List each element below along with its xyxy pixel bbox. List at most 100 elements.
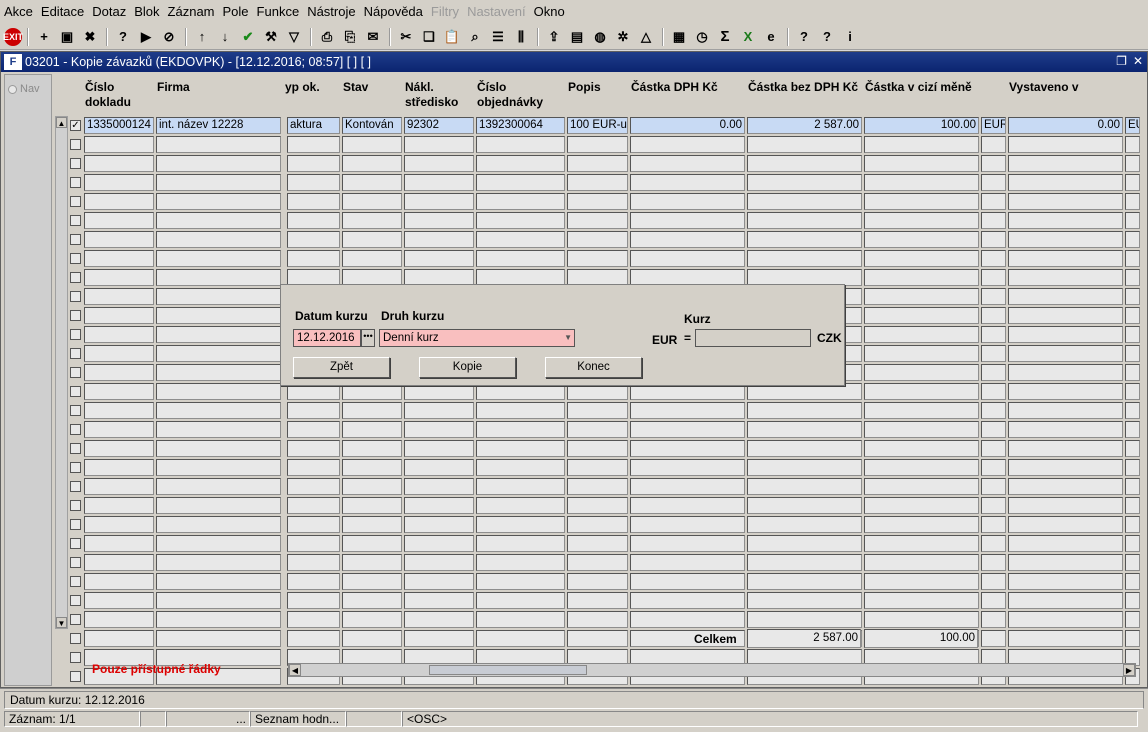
empty-cell[interactable] — [981, 573, 1006, 590]
menu-item-5[interactable]: Pole — [223, 0, 249, 24]
empty-cell[interactable] — [864, 193, 979, 210]
empty-cell[interactable] — [630, 174, 745, 191]
empty-cell[interactable] — [84, 155, 154, 172]
empty-cell[interactable] — [864, 174, 979, 191]
empty-cell[interactable] — [630, 155, 745, 172]
table-cell[interactable]: 1392300064 — [476, 117, 565, 134]
empty-cell[interactable] — [747, 174, 862, 191]
table-cell[interactable]: EUR — [981, 117, 1006, 134]
paste-icon[interactable]: 📋 — [441, 27, 463, 47]
empty-cell[interactable] — [84, 193, 154, 210]
empty-cell[interactable] — [981, 535, 1006, 552]
row-checkbox[interactable] — [70, 500, 81, 511]
empty-cell[interactable] — [981, 554, 1006, 571]
clock-icon[interactable]: ◷ — [691, 27, 713, 47]
nav-option[interactable]: Nav — [8, 83, 40, 95]
empty-cell[interactable] — [981, 383, 1006, 400]
empty-cell[interactable] — [342, 611, 402, 628]
empty-cell[interactable] — [864, 440, 979, 457]
empty-cell[interactable] — [630, 592, 745, 609]
empty-cell[interactable] — [476, 554, 565, 571]
empty-cell[interactable] — [404, 535, 474, 552]
empty-cell[interactable] — [630, 440, 745, 457]
empty-cell[interactable] — [981, 364, 1006, 381]
filter-icon[interactable]: ▽ — [283, 27, 305, 47]
empty-cell[interactable] — [342, 155, 402, 172]
empty-cell[interactable] — [287, 402, 340, 419]
copy-icon[interactable]: ❏ — [418, 27, 440, 47]
empty-cell[interactable] — [84, 136, 154, 153]
row-checkbox[interactable] — [70, 424, 81, 435]
empty-cell[interactable] — [404, 554, 474, 571]
empty-cell[interactable] — [567, 573, 628, 590]
row-checkbox[interactable] — [70, 310, 81, 321]
empty-cell[interactable] — [567, 212, 628, 229]
empty-cell[interactable] — [747, 535, 862, 552]
empty-cell[interactable] — [981, 269, 1006, 286]
empty-cell[interactable] — [981, 250, 1006, 267]
document-icon[interactable]: ▤ — [566, 27, 588, 47]
empty-cell[interactable] — [84, 554, 154, 571]
empty-cell[interactable] — [981, 174, 1006, 191]
globe-icon[interactable]: ◍ — [589, 27, 611, 47]
empty-cell[interactable] — [747, 611, 862, 628]
empty-cell[interactable] — [630, 193, 745, 210]
triangle-icon[interactable]: △ — [635, 27, 657, 47]
empty-cell[interactable] — [747, 421, 862, 438]
empty-cell[interactable] — [404, 136, 474, 153]
empty-cell[interactable] — [287, 573, 340, 590]
empty-cell[interactable] — [864, 497, 979, 514]
datum-kurzu-input[interactable]: 12.12.2016 — [293, 329, 361, 347]
empty-cell[interactable] — [630, 212, 745, 229]
empty-cell[interactable] — [84, 402, 154, 419]
empty-cell[interactable] — [404, 231, 474, 248]
row-checkbox[interactable] — [70, 196, 81, 207]
empty-cell[interactable] — [630, 611, 745, 628]
empty-cell[interactable] — [567, 402, 628, 419]
row-checkbox[interactable] — [70, 576, 81, 587]
empty-cell[interactable] — [630, 516, 745, 533]
empty-cell[interactable] — [1008, 212, 1123, 229]
empty-cell[interactable] — [156, 497, 281, 514]
empty-cell[interactable] — [476, 497, 565, 514]
empty-cell[interactable] — [342, 193, 402, 210]
row-checkbox[interactable] — [70, 253, 81, 264]
menu-item-6[interactable]: Funkce — [257, 0, 300, 24]
empty-cell[interactable] — [342, 212, 402, 229]
empty-cell[interactable] — [1125, 307, 1140, 324]
empty-cell[interactable] — [156, 592, 281, 609]
empty-cell[interactable] — [404, 421, 474, 438]
empty-cell[interactable] — [567, 174, 628, 191]
empty-cell[interactable] — [156, 307, 281, 324]
menu-item-1[interactable]: Editace — [41, 0, 84, 24]
empty-cell[interactable] — [476, 231, 565, 248]
empty-cell[interactable] — [404, 440, 474, 457]
table-cell[interactable]: 100 EUR-ub — [567, 117, 628, 134]
empty-cell[interactable] — [864, 364, 979, 381]
date-picker-icon[interactable]: ••• — [361, 329, 375, 347]
empty-cell[interactable] — [156, 174, 281, 191]
empty-cell[interactable] — [567, 440, 628, 457]
empty-cell[interactable] — [981, 516, 1006, 533]
empty-cell[interactable] — [864, 269, 979, 286]
empty-cell[interactable] — [981, 592, 1006, 609]
table-cell[interactable]: 1335000124 — [84, 117, 154, 134]
empty-cell[interactable] — [864, 535, 979, 552]
empty-cell[interactable] — [567, 516, 628, 533]
empty-cell[interactable] — [981, 307, 1006, 324]
empty-cell[interactable] — [156, 421, 281, 438]
row-checkbox[interactable] — [70, 614, 81, 625]
empty-cell[interactable] — [156, 250, 281, 267]
empty-cell[interactable] — [156, 231, 281, 248]
empty-cell[interactable] — [747, 440, 862, 457]
empty-cell[interactable] — [864, 345, 979, 362]
whats-this-icon[interactable]: ? — [816, 27, 838, 47]
empty-cell[interactable] — [342, 459, 402, 476]
empty-cell[interactable] — [404, 516, 474, 533]
empty-cell[interactable] — [404, 592, 474, 609]
row-checkbox[interactable] — [70, 557, 81, 568]
empty-cell[interactable] — [567, 630, 628, 647]
empty-cell[interactable] — [747, 212, 862, 229]
empty-cell[interactable] — [287, 554, 340, 571]
empty-cell[interactable] — [156, 383, 281, 400]
